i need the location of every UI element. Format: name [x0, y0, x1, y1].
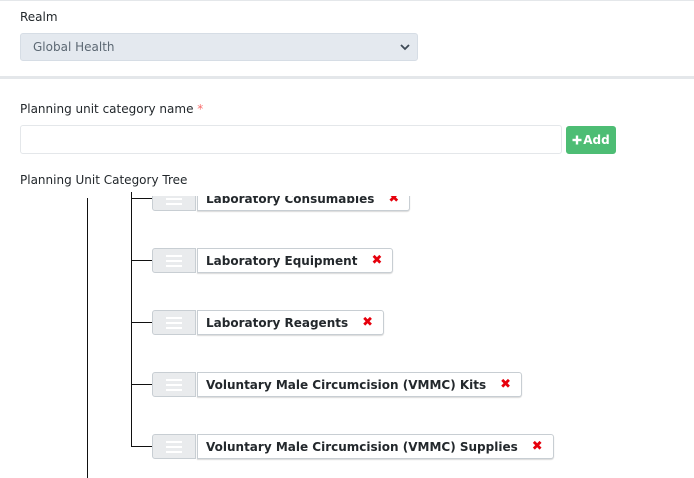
- add-button-label: Add: [583, 133, 610, 147]
- tree-node-body: Laboratory Equipment ✖: [197, 248, 394, 273]
- realm-label: Realm: [20, 10, 58, 24]
- required-mark: *: [197, 102, 204, 116]
- tree-node-body: Voluntary Male Circumcision (VMMC) Suppl…: [197, 434, 554, 459]
- tree-connector: [131, 322, 153, 323]
- tree-node-body: Voluntary Male Circumcision (VMMC) Kits …: [197, 372, 523, 397]
- tree-connector: [131, 198, 153, 199]
- remove-icon[interactable]: ✖: [532, 440, 543, 453]
- tree-node-label: Voluntary Male Circumcision (VMMC) Suppl…: [206, 439, 518, 454]
- remove-icon[interactable]: ✖: [362, 316, 373, 329]
- tree-node[interactable]: Laboratory Equipment ✖: [152, 248, 394, 273]
- realm-select[interactable]: Global Health: [20, 33, 418, 61]
- tree-node[interactable]: Voluntary Male Circumcision (VMMC) Kits …: [152, 372, 523, 397]
- tree-node[interactable]: Laboratory Reagents ✖: [152, 310, 385, 335]
- remove-icon[interactable]: ✖: [388, 196, 399, 205]
- category-name-label: Planning unit category name *: [20, 102, 203, 116]
- tree-node-body: Laboratory Consumables ✖: [197, 191, 411, 211]
- add-button[interactable]: Add: [566, 126, 616, 154]
- tree-node[interactable]: Voluntary Male Circumcision (VMMC) Suppl…: [152, 434, 554, 459]
- tree-connector: [131, 260, 153, 261]
- tree-node-label: Laboratory Equipment: [206, 253, 358, 268]
- remove-icon[interactable]: ✖: [500, 378, 511, 391]
- tree-node-label: Laboratory Reagents: [206, 315, 349, 330]
- chevron-down-icon: [400, 44, 410, 51]
- drag-handle-icon[interactable]: [152, 196, 196, 211]
- tree-root-line: [87, 198, 88, 478]
- drag-handle-icon[interactable]: [152, 248, 196, 273]
- category-name-input[interactable]: [20, 125, 562, 154]
- drag-handle-icon[interactable]: [152, 372, 196, 397]
- realm-selected-value: Global Health: [33, 40, 115, 54]
- tree-node[interactable]: Laboratory Consumables ✖: [152, 191, 411, 211]
- tree-branch-line: [131, 192, 132, 447]
- tree-label: Planning Unit Category Tree: [20, 173, 188, 187]
- drag-handle-icon[interactable]: [152, 434, 196, 459]
- card-divider: [0, 76, 694, 79]
- tree-node-label: Voluntary Male Circumcision (VMMC) Kits: [206, 377, 487, 392]
- planning-unit-category-page: Realm Global Health Planning unit catego…: [0, 0, 694, 478]
- drag-handle-icon[interactable]: [152, 310, 196, 335]
- category-name-label-text: Planning unit category name: [20, 102, 194, 116]
- tree-node-body: Laboratory Reagents ✖: [197, 310, 385, 335]
- remove-icon[interactable]: ✖: [371, 254, 382, 267]
- tree-connector: [131, 384, 153, 385]
- tree-node-label: Laboratory Consumables: [206, 191, 375, 206]
- tree-connector: [131, 446, 153, 447]
- plus-icon: [572, 135, 582, 145]
- realm-card: Realm Global Health: [0, 0, 694, 78]
